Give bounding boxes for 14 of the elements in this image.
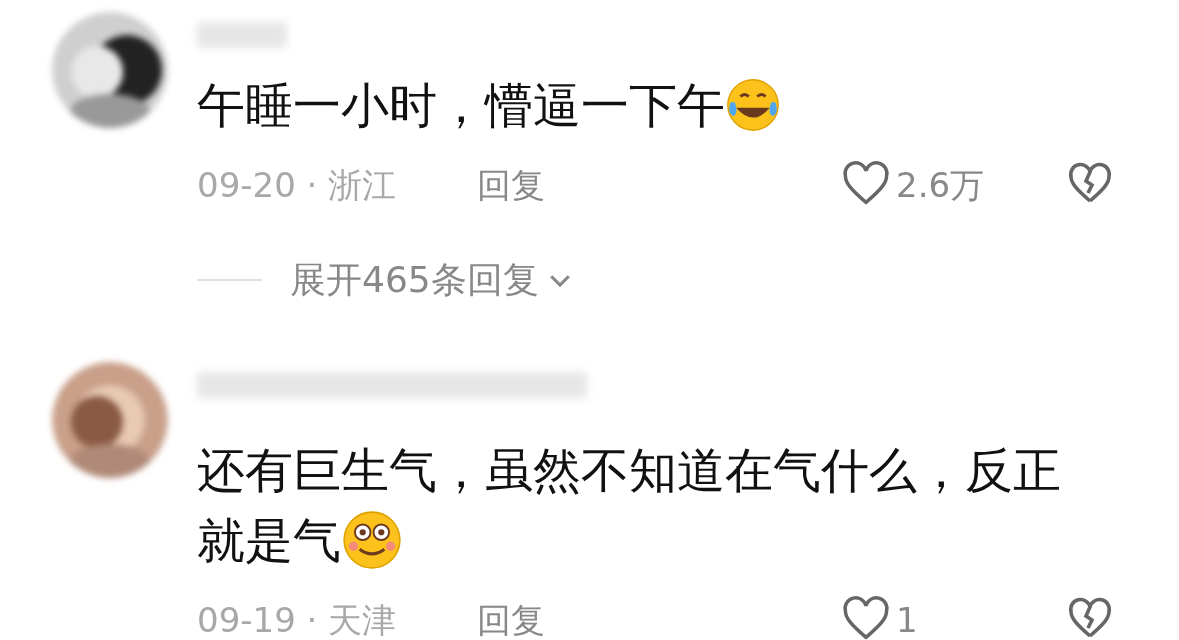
broken-heart-icon[interactable]	[1066, 596, 1114, 640]
reply-button[interactable]: 回复	[477, 594, 545, 640]
comment-meta: 09-20 · 浙江	[197, 163, 398, 207]
heart-icon[interactable]	[840, 594, 892, 640]
comment-text: 就是气	[197, 511, 341, 570]
comment-text: 还有巨生气，虽然不知道在气什么，反正	[197, 441, 1061, 500]
like-count: 2.6万	[896, 163, 986, 207]
expand-replies-button[interactable]: 展开465条回复	[290, 253, 575, 307]
laughing-crying-face-icon	[725, 77, 781, 133]
like-count: 1	[896, 598, 919, 640]
smiling-face-icon	[341, 509, 403, 571]
comment-text: 午睡一小时，懵逼一下午	[197, 76, 725, 135]
comment-meta: 09-19 · 天津	[197, 598, 398, 640]
reply-button[interactable]: 回复	[477, 159, 545, 211]
